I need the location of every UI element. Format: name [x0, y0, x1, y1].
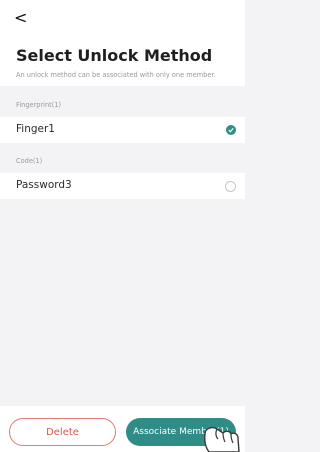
- header: < Select Unlock Method An unlock method …: [0, 0, 245, 86]
- back-icon[interactable]: <: [14, 8, 27, 27]
- unlock-method-row-password3[interactable]: Password3: [0, 173, 245, 199]
- section-label-fingerprint: Fingerprint(1): [16, 101, 62, 109]
- delete-button[interactable]: Delete: [9, 418, 116, 446]
- page-subtitle: An unlock method can be associated with …: [16, 71, 216, 79]
- unlock-method-label: Finger1: [16, 123, 55, 135]
- page-title: Select Unlock Method: [16, 46, 213, 65]
- section-label-code: Code(1): [16, 157, 43, 165]
- pointer-hand-icon: [204, 426, 240, 452]
- unchecked-radio-icon[interactable]: [225, 181, 236, 192]
- checked-radio-icon[interactable]: [226, 125, 236, 135]
- unlock-method-label: Password3: [16, 179, 72, 191]
- unlock-method-row-finger1[interactable]: Finger1: [0, 117, 245, 143]
